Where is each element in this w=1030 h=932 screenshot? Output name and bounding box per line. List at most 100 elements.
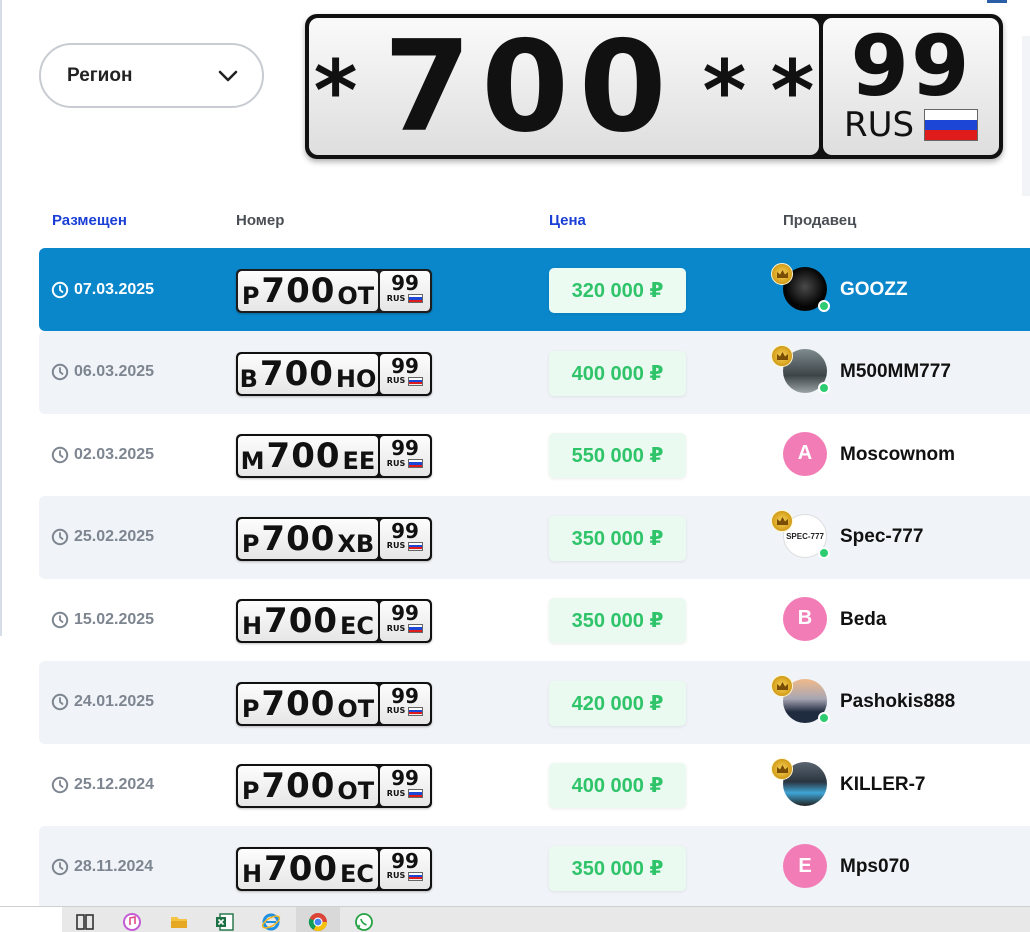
posted-date-text: 07.03.2025 xyxy=(74,280,155,298)
seller[interactable]: B Beda xyxy=(769,578,886,661)
seller[interactable]: GOOZZ xyxy=(769,248,908,331)
table-row[interactable]: 06.03.2025 В 700 НО 99 RUS 400 000 ₽ M500MM777 xyxy=(39,330,1030,414)
seller-name[interactable]: KILLER-7 xyxy=(840,774,926,796)
russia-flag-icon xyxy=(408,706,424,716)
online-status-dot xyxy=(818,547,830,559)
seller-avatar[interactable]: SPEC-777 xyxy=(771,510,830,560)
plate-number: Р 700 ОТ xyxy=(238,766,378,806)
chevron-down-icon xyxy=(218,70,238,81)
online-status-dot xyxy=(818,712,830,724)
page-left-border xyxy=(0,0,2,636)
seller-avatar[interactable] xyxy=(771,262,830,313)
plate-region-code: 99 xyxy=(391,436,419,460)
seller-avatar[interactable] xyxy=(771,757,829,808)
plate-digits: 700 xyxy=(261,271,336,311)
plate-number: Р 700 ОТ xyxy=(238,271,378,311)
seller-name[interactable]: Spec-777 xyxy=(840,526,923,548)
region-select[interactable]: Регион xyxy=(39,43,264,108)
plate-digits: 700 xyxy=(261,766,336,806)
windows-taskbar xyxy=(0,906,1030,932)
plate-letter-1: Р xyxy=(241,529,260,558)
search-plate-number[interactable]: * 700 * * xyxy=(309,18,819,155)
price-badge: 350 000 ₽ xyxy=(549,845,686,891)
seller-avatar[interactable]: A xyxy=(783,431,829,478)
table-row[interactable]: 07.03.2025 Р 700 ОТ 99 RUS 320 000 ₽ GOOZZ xyxy=(39,248,1030,331)
plate-region-code[interactable]: 99 xyxy=(851,24,972,108)
plate-letter-1: Н xyxy=(241,612,263,640)
russia-flag-icon xyxy=(408,459,424,468)
seller-name[interactable]: M500MM777 xyxy=(840,361,951,383)
table-row[interactable]: 02.03.2025 М 700 ЕЕ 99 RUS 550 000 ₽ A Moscownom xyxy=(39,413,1030,496)
chrome-icon[interactable] xyxy=(307,911,329,932)
license-plate[interactable]: М 700 ЕЕ 99 RUS xyxy=(236,434,432,478)
seller[interactable]: M500MM777 xyxy=(769,331,951,414)
seller-avatar[interactable]: E xyxy=(783,844,829,890)
posted-date-text: 02.03.2025 xyxy=(74,445,155,463)
table-row[interactable]: 24.01.2025 Р 700 ОТ 99 RUS 420 000 ₽ Pashokis88… xyxy=(39,660,1030,744)
plate-letters-2: ЕС xyxy=(340,859,375,888)
task-view-icon[interactable] xyxy=(74,911,96,932)
seller[interactable]: SPEC-777 Spec-777 xyxy=(769,496,923,579)
plate-wildcard-1[interactable]: * xyxy=(314,41,358,133)
plate-letters-2: ОТ xyxy=(337,694,375,723)
posted-date-text: 25.12.2024 xyxy=(74,775,155,793)
plate-wildcard-3[interactable]: * xyxy=(770,41,814,133)
seller[interactable]: Pashokis888 xyxy=(769,661,955,744)
license-plate[interactable]: Н 700 ЕС 99 RUS xyxy=(236,599,432,643)
plate-letters-2: ЕС xyxy=(340,612,375,640)
region-select-label: Регион xyxy=(67,64,133,86)
plate-country-code: RUS xyxy=(386,788,406,798)
excel-icon[interactable] xyxy=(214,911,236,932)
taskbar-blank-area xyxy=(0,907,62,932)
posted-date: 25.12.2024 xyxy=(51,743,154,826)
price-badge: 550 000 ₽ xyxy=(549,433,686,478)
crown-badge-icon xyxy=(771,345,793,367)
itunes-icon[interactable] xyxy=(121,911,143,932)
license-plate[interactable]: Р 700 ХВ 99 RUS xyxy=(236,516,432,561)
russia-flag-icon xyxy=(408,624,424,633)
column-header-price[interactable]: Цена xyxy=(549,212,586,229)
seller[interactable]: E Mps070 xyxy=(769,826,910,909)
internet-explorer-icon[interactable] xyxy=(260,911,282,932)
plate-wildcard-2[interactable]: * xyxy=(703,41,747,133)
license-plate[interactable]: Р 700 ОТ 99 RUS xyxy=(236,681,432,726)
column-header-seller: Продавец xyxy=(783,212,857,229)
seller-name[interactable]: Pashokis888 xyxy=(840,691,955,713)
seller-avatar[interactable]: B xyxy=(783,596,829,643)
seller-name[interactable]: Mps070 xyxy=(840,856,910,878)
online-status-dot xyxy=(818,299,830,312)
whatsapp-icon[interactable] xyxy=(353,911,375,932)
table-row[interactable]: 25.02.2025 Р 700 ХВ 99 RUS 350 000 ₽ SPEC-777 Sp… xyxy=(39,495,1030,579)
seller[interactable]: A Moscownom xyxy=(769,413,955,496)
column-header-posted[interactable]: Размещен xyxy=(52,212,127,229)
plate-letters-2: ХВ xyxy=(337,529,375,558)
table-row[interactable]: 15.02.2025 Н 700 ЕС 99 RUS 350 000 ₽ B Beda xyxy=(39,578,1030,661)
plate-letter-1: Н xyxy=(241,859,263,888)
posted-date-text: 24.01.2025 xyxy=(74,693,155,710)
posted-date-text: 25.02.2025 xyxy=(74,528,155,545)
plate-country-code: RUS xyxy=(386,706,406,715)
seller-name[interactable]: Moscownom xyxy=(840,444,955,466)
posted-date: 25.02.2025 xyxy=(51,496,154,579)
plate-country-code: RUS xyxy=(386,458,406,468)
plate-region-code: 99 xyxy=(391,766,419,790)
price-badge: 420 000 ₽ xyxy=(549,680,686,726)
crown-badge-icon xyxy=(771,675,793,697)
table-row[interactable]: 28.11.2024 Н 700 ЕС 99 RUS 350 000 ₽ E Mps070 xyxy=(39,825,1030,909)
search-plate-region[interactable]: 99 RUS xyxy=(823,18,999,155)
crown-badge-icon xyxy=(771,510,793,532)
table-row[interactable]: 25.12.2024 Р 700 ОТ 99 RUS 400 000 ₽ KILLER-7 xyxy=(39,743,1030,826)
seller-avatar[interactable] xyxy=(771,345,830,395)
license-plate[interactable]: Н 700 ЕС 99 RUS xyxy=(236,846,432,891)
file-explorer-icon[interactable] xyxy=(168,911,190,932)
plate-digits[interactable]: 700 xyxy=(384,23,677,150)
seller-name[interactable]: Beda xyxy=(840,609,886,631)
posted-date: 24.01.2025 xyxy=(51,661,154,744)
seller-avatar[interactable] xyxy=(771,675,830,725)
license-plate[interactable]: Р 700 ОТ 99 RUS xyxy=(236,269,432,313)
plate-region-code: 99 xyxy=(391,601,419,625)
license-plate[interactable]: В 700 НО 99 RUS xyxy=(236,351,432,396)
license-plate[interactable]: Р 700 ОТ 99 RUS xyxy=(236,764,432,808)
seller-name[interactable]: GOOZZ xyxy=(840,279,908,301)
seller[interactable]: KILLER-7 xyxy=(769,743,926,826)
